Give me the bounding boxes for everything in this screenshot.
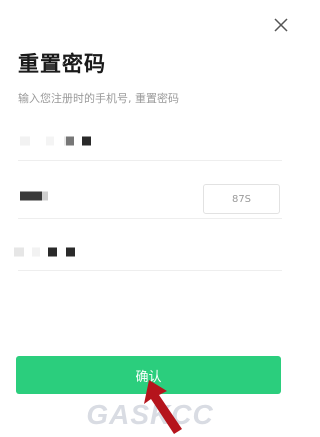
redacted-pixel — [32, 247, 40, 257]
phone-input[interactable] — [18, 122, 282, 161]
arrow-icon — [144, 380, 182, 434]
page-subtitle: 输入您注册时的手机号, 重置密码 — [18, 92, 179, 105]
page-title: 重置密码 — [18, 52, 106, 76]
redacted-pixel — [14, 247, 24, 257]
redacted-pixel — [20, 136, 30, 146]
redacted-pixel — [82, 136, 91, 146]
redacted-pixel — [42, 191, 48, 201]
close-button[interactable] — [271, 15, 291, 35]
new-password-input[interactable] — [14, 234, 282, 271]
redacted-pixel — [48, 247, 57, 257]
close-icon — [274, 18, 288, 32]
redacted-pixel — [66, 247, 75, 257]
redacted-pixel — [46, 136, 54, 146]
redacted-pixel — [66, 136, 74, 146]
get-code-button[interactable]: 87S — [203, 184, 280, 214]
redacted-pixel — [20, 191, 42, 201]
